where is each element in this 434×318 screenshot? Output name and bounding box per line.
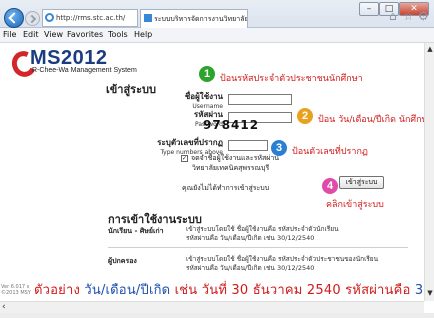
back-button[interactable]: [4, 8, 24, 28]
menu-edit[interactable]: Edit: [23, 30, 39, 39]
home-icon[interactable]: ⌂: [389, 9, 397, 23]
menu-file[interactable]: File: [3, 30, 16, 39]
browser-tab[interactable]: ระบบบริหารจัดการงานวิทยาลัย...: [140, 9, 248, 28]
star-icon[interactable]: ☆: [403, 9, 414, 23]
horizontal-scrollbar[interactable]: ‹: [0, 301, 424, 313]
menu-favorites[interactable]: Favorites: [67, 30, 103, 39]
minimize-button[interactable]: –: [359, 2, 379, 16]
page-content: MS2012 R-Chee-Wa Management System เข้าส…: [0, 43, 424, 301]
username-input[interactable]: [228, 94, 292, 105]
gear-icon[interactable]: ⚙: [418, 9, 429, 23]
login-heading: เข้าสู่ระบบ: [106, 84, 156, 96]
captcha-number: 978412: [203, 118, 260, 132]
ie-icon: [45, 13, 54, 22]
forward-button[interactable]: [25, 11, 40, 26]
usage-divider: [108, 247, 408, 248]
captcha-label-th: ระบุตัวเลขที่ปรากฏ: [157, 138, 223, 147]
usage-row-text: เข้าสู่ระบบโดยใช้ ชื่อผู้ใช้งานคือ รหัสป…: [186, 225, 339, 233]
vertical-scrollbar[interactable]: ▲ ▼: [424, 43, 434, 301]
menu-help[interactable]: Help: [134, 30, 152, 39]
usage-row-text: เข้าสู่ระบบโดยใช้ ชื่อผู้ใช้งานคือ รหัสป…: [186, 255, 379, 263]
remember-checkbox[interactable]: ✓: [181, 155, 188, 162]
tab-title: ระบบบริหารจัดการงานวิทยาลัย...: [154, 15, 248, 23]
username-label: ชื่อผู้ใช้งาน Username: [170, 90, 223, 110]
annotation-step-2: ป้อน วัน/เดือน/ปีเกิด นักศึกษา: [318, 115, 424, 125]
menu-bar: File Edit View Favorites Tools Help: [0, 28, 434, 43]
example-value: 30/12/2540: [414, 283, 424, 298]
scroll-down-icon[interactable]: ▼: [426, 289, 434, 297]
login-status-text: คุณยังไม่ได้ทำการเข้าสู่ระบบ: [182, 184, 270, 192]
usage-row-text: รหัสผ่านคือ วัน/เดือน/ปีเกิด เช่น 30/12/…: [186, 234, 315, 242]
login-button[interactable]: เข้าสู่ระบบ: [339, 176, 384, 189]
step-2-badge: 2: [297, 108, 313, 124]
site-favicon-icon: [144, 14, 152, 22]
annotation-step-4: คลิกเข้าสู่ระบบ: [326, 200, 384, 210]
menu-view[interactable]: View: [44, 30, 63, 39]
annotation-step-3: ป้อนตัวเลขที่ปรากฏ: [292, 147, 368, 157]
logo-subtitle: R-Chee-Wa Management System: [32, 67, 137, 74]
remember-label: จดจำชื่อผู้ใช้งานและรหัสผ่าน: [191, 154, 280, 162]
step-4-badge: 4: [322, 178, 338, 194]
example-format: วัน/เดือน/ปีเกิด: [84, 283, 171, 298]
example-banner: ตัวอย่าง วัน/เดือน/ปีเกิด เช่น วันที่ 30…: [34, 279, 424, 300]
school-name: วิทยาลัยเทคนิคสุพรรณบุรี: [192, 164, 270, 172]
example-middle: เช่น วันที่ 30 ธันวาคม 2540 รหัสผ่านคือ: [174, 283, 411, 298]
captcha-input[interactable]: [228, 140, 268, 151]
scroll-up-icon[interactable]: ▲: [426, 45, 434, 53]
scroll-left-icon[interactable]: ‹: [2, 302, 6, 312]
remember-me[interactable]: ✓ จดจำชื่อผู้ใช้งานและรหัสผ่าน วิทยาลัยเท…: [181, 153, 279, 173]
username-label-th: ชื่อผู้ใช้งาน: [184, 92, 223, 101]
example-prefix: ตัวอย่าง: [34, 283, 81, 298]
usage-row-label: นักเรียน - ศิษย์เก่า: [108, 227, 164, 235]
address-bar[interactable]: http://rms.stc.ac.th/: [42, 9, 138, 27]
step-1-badge: 1: [199, 66, 215, 82]
usage-row-label: ผู้ปกครอง: [108, 257, 137, 265]
usage-row-text: รหัสผ่านคือ วัน/เดือน/ปีเกิด เช่น 30/12/…: [186, 264, 315, 272]
browser-titlebar: – □ ✕ http://rms.stc.ac.th/ ระบบบริหารจั…: [0, 0, 434, 28]
menu-tools[interactable]: Tools: [108, 30, 128, 39]
copyright-text: ©2013 MSY: [1, 290, 31, 296]
annotation-step-1: ป้อนรหัสประจำตัวประชาชนนักศึกษา: [220, 74, 363, 84]
status-bar: [0, 313, 434, 318]
address-url: http://rms.stc.ac.th/: [56, 14, 126, 22]
